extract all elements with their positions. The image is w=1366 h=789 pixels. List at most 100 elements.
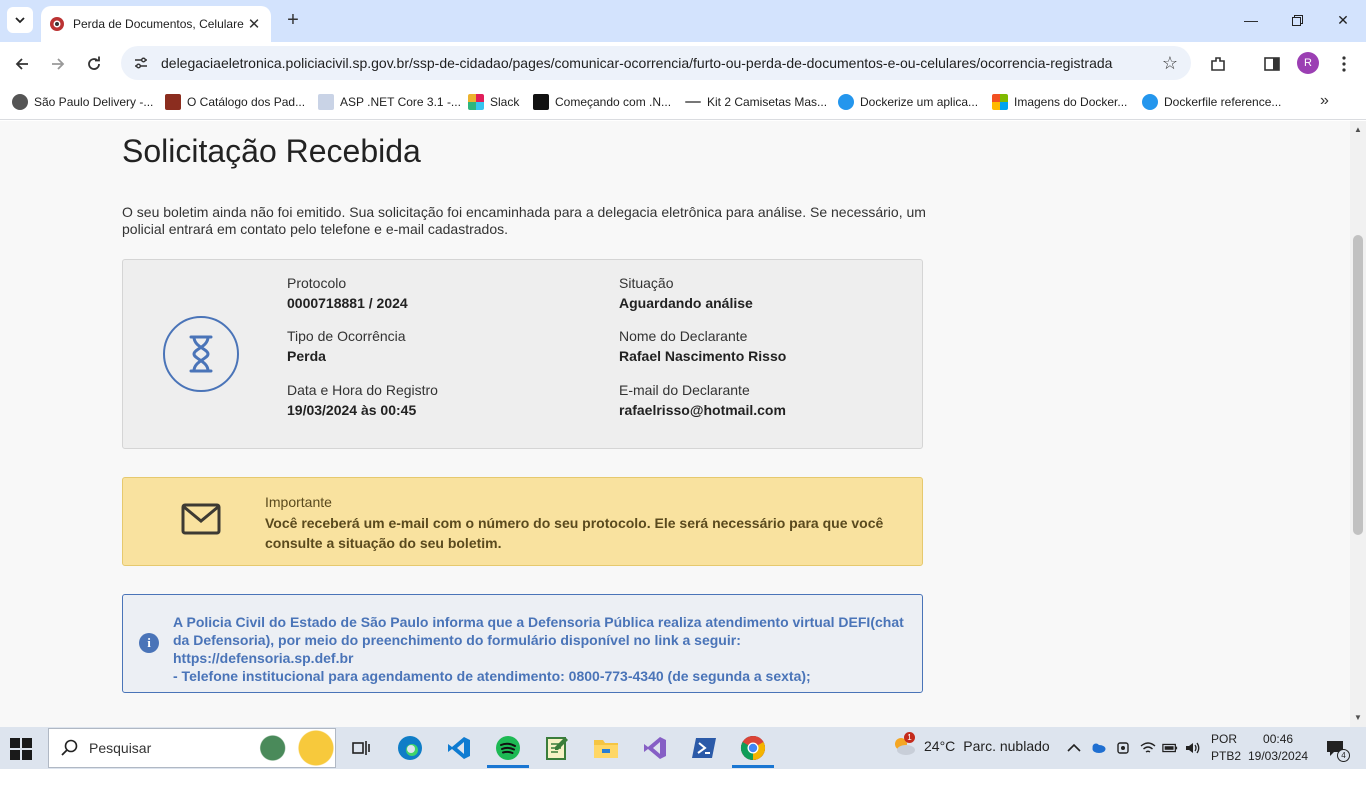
volume-icon[interactable] xyxy=(1185,740,1201,756)
meet-now-icon[interactable] xyxy=(1115,740,1131,756)
bookmark-label: O Catálogo dos Pad... xyxy=(187,95,306,109)
weather-desc: Parc. nublado xyxy=(963,738,1050,754)
important-title: Importante xyxy=(265,494,332,510)
edge-icon[interactable] xyxy=(395,733,425,763)
forward-button[interactable] xyxy=(44,50,72,78)
wifi-icon[interactable] xyxy=(1140,740,1156,756)
protocol-field: Protocolo 0000718881 / 2024 xyxy=(287,273,408,313)
bookmark-item[interactable]: ASP .NET Core 3.1 -... xyxy=(318,92,461,112)
minimize-button[interactable]: — xyxy=(1228,0,1274,40)
info-line-1: A Policia Civil do Estado de São Paulo i… xyxy=(173,614,904,648)
taskbar-search[interactable]: Pesquisar xyxy=(48,728,336,768)
slack-icon xyxy=(468,94,484,110)
language-indicator[interactable]: POR PTB2 xyxy=(1211,731,1241,765)
protocol-label: Protocolo xyxy=(287,275,347,291)
page-viewport: Solicitação Recebida O seu boletim ainda… xyxy=(0,121,1350,727)
bookmark-label: Começando com .N... xyxy=(555,95,672,109)
more-bookmarks-icon[interactable]: » xyxy=(1320,92,1329,110)
catalog-icon xyxy=(165,94,181,110)
status-value: Aguardando análise xyxy=(619,295,753,311)
chevron-up-icon[interactable] xyxy=(1066,740,1082,756)
more-menu-icon[interactable] xyxy=(1332,52,1356,76)
side-panel-icon[interactable] xyxy=(1260,52,1284,76)
back-button[interactable] xyxy=(8,50,36,78)
weather-widget[interactable]: 1 24°C Parc. nublado xyxy=(892,732,1050,756)
site-info-icon[interactable] xyxy=(133,55,149,71)
bookmark-item[interactable]: São Paulo Delivery -... xyxy=(12,92,153,112)
defensoria-info-box: i A Policia Civil do Estado de São Paulo… xyxy=(122,594,923,693)
powershell-icon[interactable] xyxy=(689,733,719,763)
reload-button[interactable] xyxy=(80,50,108,78)
docker-icon xyxy=(1142,94,1158,110)
search-icon xyxy=(61,739,78,756)
bookmark-item[interactable]: Dockerize um aplica... xyxy=(838,92,978,112)
info-icon: i xyxy=(139,633,159,653)
restore-icon xyxy=(1291,14,1303,26)
bookmarks-bar: São Paulo Delivery -... O Catálogo dos P… xyxy=(0,84,1366,120)
bookmark-label: Imagens do Docker... xyxy=(1014,95,1128,109)
bookmark-item[interactable]: Kit 2 Camisetas Mas... xyxy=(685,92,827,112)
browser-toolbar: delegaciaeletronica.policiacivil.sp.gov.… xyxy=(0,42,1366,84)
declarant-email-field: E-mail do Declarante rafaelrisso@hotmail… xyxy=(619,380,786,420)
intro-text: O seu boletim ainda não foi emitido. Sua… xyxy=(122,204,926,237)
medium-icon xyxy=(533,94,549,110)
important-text: Você receberá um e-mail com o número do … xyxy=(265,515,884,551)
profile-avatar[interactable]: R xyxy=(1297,52,1319,74)
vscode-icon[interactable] xyxy=(444,733,474,763)
microsoft-icon xyxy=(992,94,1008,110)
task-view-icon[interactable] xyxy=(346,733,376,763)
keyboard-layout: PTB2 xyxy=(1211,749,1242,763)
declarant-name-label: Nome do Declarante xyxy=(619,328,748,344)
close-window-button[interactable]: ✕ xyxy=(1320,0,1366,40)
browser-tab-strip: Perda de Documentos, Celulare ✕ + — ✕ xyxy=(0,0,1366,42)
notification-center-icon[interactable]: 4 xyxy=(1325,739,1350,762)
bookmark-star-icon[interactable]: ☆ xyxy=(1155,53,1185,74)
extensions-icon[interactable] xyxy=(1206,52,1230,76)
notepad-icon[interactable] xyxy=(542,733,572,763)
bookmark-item[interactable]: O Catálogo dos Pad... xyxy=(165,92,305,112)
page-scrollbar[interactable]: ▲ ▼ xyxy=(1350,121,1366,727)
chrome-icon[interactable] xyxy=(732,733,774,768)
bookmark-item[interactable]: Dockerfile reference... xyxy=(1142,92,1281,112)
bookmark-item[interactable]: Começando com .N... xyxy=(533,92,671,112)
status-label: Situação xyxy=(619,275,674,291)
scroll-up-icon[interactable]: ▲ xyxy=(1354,125,1362,134)
bookmark-label: São Paulo Delivery -... xyxy=(34,95,154,109)
bookmark-label: Slack xyxy=(490,95,520,109)
reload-icon xyxy=(88,56,100,70)
occurrence-summary-card: Protocolo 0000718881 / 2024 Situação Agu… xyxy=(122,259,923,449)
file-explorer-icon[interactable] xyxy=(591,733,621,763)
bookmark-item[interactable]: Imagens do Docker... xyxy=(992,92,1127,112)
arrow-right-icon xyxy=(52,58,65,70)
declarant-name-field: Nome do Declarante Rafael Nascimento Ris… xyxy=(619,326,786,366)
clock-time: 00:46 xyxy=(1263,732,1294,746)
restore-button[interactable] xyxy=(1274,0,1320,40)
declarant-email-value: rafaelrisso@hotmail.com xyxy=(619,402,786,418)
onedrive-icon[interactable] xyxy=(1090,740,1106,756)
new-tab-button[interactable]: + xyxy=(282,9,304,31)
windows-start-icon[interactable] xyxy=(10,738,32,760)
scroll-thumb[interactable] xyxy=(1353,235,1363,535)
occurrence-type-value: Perda xyxy=(287,348,326,364)
defensoria-link[interactable]: https://defensoria.sp.def.br xyxy=(173,649,913,667)
spotify-icon[interactable] xyxy=(487,733,529,768)
taskbar-search-text: Pesquisar xyxy=(89,740,152,756)
taskbar-clock[interactable]: 00:46 19/03/2024 xyxy=(1248,731,1308,765)
tab-title: Perda de Documentos, Celulare xyxy=(73,17,244,31)
info-text: A Policia Civil do Estado de São Paulo i… xyxy=(173,613,913,685)
bookmark-label: Kit 2 Camisetas Mas... xyxy=(707,95,828,109)
language-code: POR xyxy=(1211,732,1238,746)
registration-datetime-value: 19/03/2024 às 00:45 xyxy=(287,402,417,418)
declarant-name-value: Rafael Nascimento Risso xyxy=(619,348,787,364)
police-crest-icon xyxy=(50,17,64,31)
scroll-down-icon[interactable]: ▼ xyxy=(1354,713,1362,722)
address-bar[interactable]: delegaciaeletronica.policiacivil.sp.gov.… xyxy=(121,46,1191,80)
close-tab-icon[interactable]: ✕ xyxy=(245,15,263,33)
browser-tab-active[interactable]: Perda de Documentos, Celulare ✕ xyxy=(41,6,271,42)
bookmark-label: Dockerfile reference... xyxy=(1164,95,1282,109)
visual-studio-icon[interactable] xyxy=(640,733,670,763)
bookmark-item[interactable]: Slack xyxy=(468,92,519,112)
active-app-indicator xyxy=(487,765,529,768)
tab-search-button[interactable] xyxy=(7,7,33,33)
battery-icon[interactable] xyxy=(1162,740,1178,756)
